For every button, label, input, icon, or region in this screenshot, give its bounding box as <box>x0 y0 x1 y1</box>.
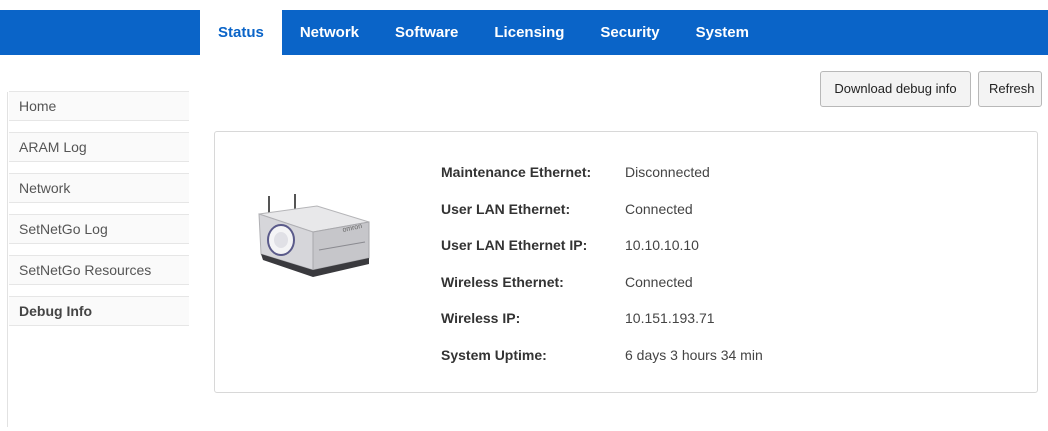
tab-status[interactable]: Status <box>200 10 282 55</box>
robot-image: omron <box>258 194 370 277</box>
status-label: User LAN Ethernet IP: <box>441 237 588 253</box>
status-label: User LAN Ethernet: <box>441 200 571 217</box>
download-debug-info-button[interactable]: Download debug info <box>820 71 971 107</box>
main-tabs: Status Network Software Licensing Securi… <box>200 10 767 55</box>
status-label: Maintenance Ethernet: <box>441 164 592 180</box>
tab-security[interactable]: Security <box>582 10 677 55</box>
status-row-maintenance-ethernet: Maintenance Ethernet: Disconnected <box>441 160 763 197</box>
tab-licensing[interactable]: Licensing <box>476 10 582 55</box>
status-value: Disconnected <box>625 164 710 180</box>
sidebar-item-setnetgo-log[interactable]: SetNetGo Log <box>9 214 189 244</box>
status-value: Connected <box>625 200 693 217</box>
sidebar-item-home[interactable]: Home <box>9 91 189 121</box>
status-value: 10.10.10.10 <box>625 237 699 253</box>
sidebar-item-aram-log[interactable]: ARAM Log <box>9 132 189 162</box>
status-info-list: Maintenance Ethernet: Disconnected User … <box>441 160 763 379</box>
sidebar-divider <box>7 92 8 427</box>
status-panel: omron Maintenance Ethernet: Disconnected… <box>214 131 1038 393</box>
status-row-user-lan-ethernet: User LAN Ethernet: Connected <box>441 197 763 234</box>
status-value: Connected <box>625 273 693 290</box>
sidebar: Home ARAM Log Network SetNetGo Log SetNe… <box>9 91 189 337</box>
refresh-button[interactable]: Refresh <box>978 71 1042 107</box>
status-row-system-uptime: System Uptime: 6 days 3 hours 34 min <box>441 343 763 380</box>
sidebar-item-debug-info[interactable]: Debug Info <box>9 296 189 326</box>
tab-network[interactable]: Network <box>282 10 377 55</box>
tab-software[interactable]: Software <box>377 10 476 55</box>
top-nav-bar: Status Network Software Licensing Securi… <box>0 10 1048 55</box>
status-label: Wireless Ethernet: <box>441 273 564 290</box>
status-row-user-lan-ethernet-ip: User LAN Ethernet IP: 10.10.10.10 <box>441 233 763 270</box>
tab-system[interactable]: System <box>678 10 767 55</box>
status-value: 6 days 3 hours 34 min <box>625 346 763 363</box>
status-label: Wireless IP: <box>441 310 521 326</box>
status-label: System Uptime: <box>441 346 547 363</box>
sidebar-item-setnetgo-resources[interactable]: SetNetGo Resources <box>9 255 189 285</box>
status-row-wireless-ip: Wireless IP: 10.151.193.71 <box>441 306 763 343</box>
status-value: 10.151.193.71 <box>625 310 715 326</box>
sidebar-item-network[interactable]: Network <box>9 173 189 203</box>
status-row-wireless-ethernet: Wireless Ethernet: Connected <box>441 270 763 307</box>
